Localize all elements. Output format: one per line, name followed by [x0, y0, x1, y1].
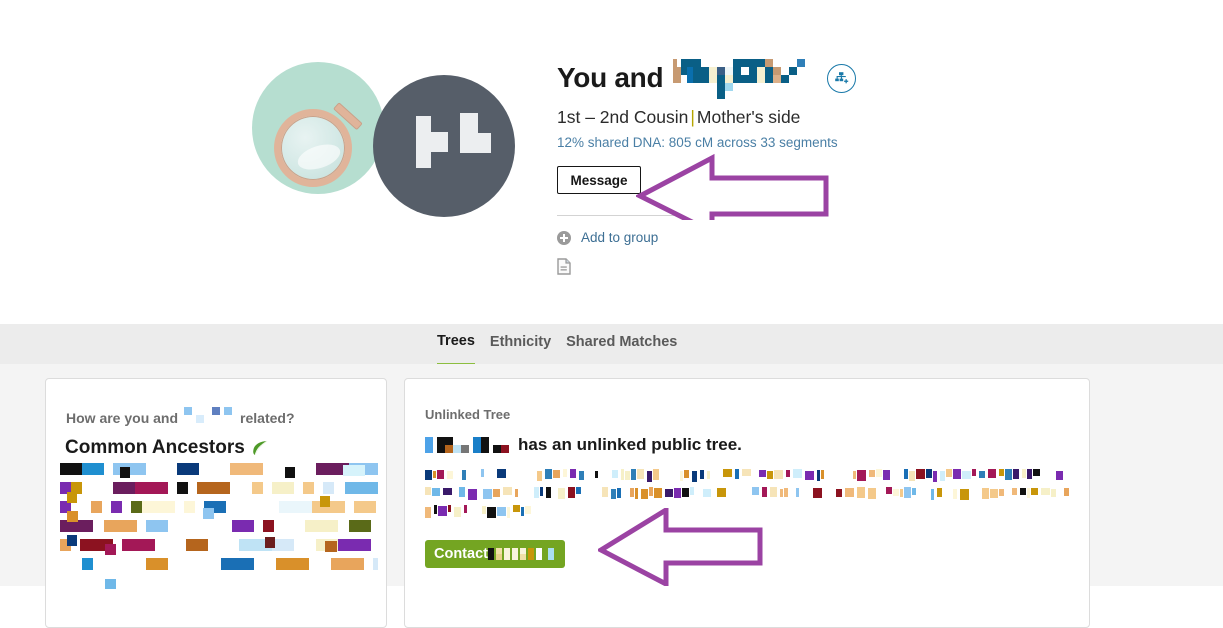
common-ancestors-heading: Common Ancestors [65, 437, 268, 459]
match-title-row: You and [557, 58, 1117, 99]
tab-shared-matches[interactable]: Shared Matches [566, 324, 677, 364]
question-suffix: related? [240, 410, 295, 426]
redacted-contact-name [487, 548, 556, 560]
avatar-you [252, 62, 384, 194]
add-to-tree-icon[interactable] [827, 63, 857, 93]
unlinked-tree-sentence-text: has an unlinked public tree. [518, 435, 742, 454]
relationship-question: How are you and related? [66, 407, 295, 426]
magnifying-glass-icon [274, 99, 363, 187]
relationship-separator: | [690, 107, 695, 127]
avatar-pair [252, 62, 515, 227]
unlinked-tree-sentence: has an unlinked public tree. [425, 435, 742, 455]
unlinked-tree-label: Unlinked Tree [425, 407, 511, 422]
contact-button[interactable]: Contact [425, 540, 565, 568]
contact-label: Contact [434, 546, 488, 562]
redacted-match-name-sentence [425, 437, 511, 453]
tab-bar: Trees Ethnicity Shared Matches [0, 323, 1223, 366]
match-header-text: You and 1st – 2nd Cousin|Mother's side [557, 58, 1117, 275]
redacted-tree-description [425, 469, 1069, 523]
relationship-side: Mother's side [696, 107, 801, 127]
message-button[interactable]: Message [557, 166, 641, 194]
note-icon[interactable] [557, 258, 571, 275]
plus-circle-icon [557, 230, 571, 245]
unlinked-tree-card: Unlinked Tree has an unlinked public tre… [404, 378, 1090, 628]
relationship-degree: 1st – 2nd Cousin [557, 107, 689, 127]
page-title: You and [557, 62, 664, 93]
add-to-group-button[interactable]: Add to group [557, 230, 675, 245]
redacted-ancestor-content [60, 463, 378, 589]
common-ancestors-label: Common Ancestors [65, 437, 245, 458]
tab-content-area: How are you and related? Common Ancestor… [0, 364, 1223, 628]
shared-dna-stats[interactable]: 12% shared DNA: 805 cM across 33 segment… [557, 135, 1117, 150]
add-to-group-label: Add to group [581, 230, 659, 245]
redacted-match-name [667, 59, 807, 99]
redacted-match-name-inline [184, 407, 234, 423]
tab-ethnicity[interactable]: Ethnicity [490, 324, 551, 364]
question-prefix: How are you and [66, 410, 179, 426]
tab-trees[interactable]: Trees [437, 323, 475, 366]
match-profile-header: You and 1st – 2nd Cousin|Mother's side [0, 0, 1223, 324]
common-ancestors-card: How are you and related? Common Ancestor… [45, 378, 387, 628]
header-divider [557, 215, 674, 216]
avatar-match [373, 75, 515, 217]
leaf-icon [252, 440, 268, 456]
relationship-line: 1st – 2nd Cousin | Mother's side [557, 107, 1117, 128]
tab-list: Trees Ethnicity Shared Matches [437, 323, 677, 366]
